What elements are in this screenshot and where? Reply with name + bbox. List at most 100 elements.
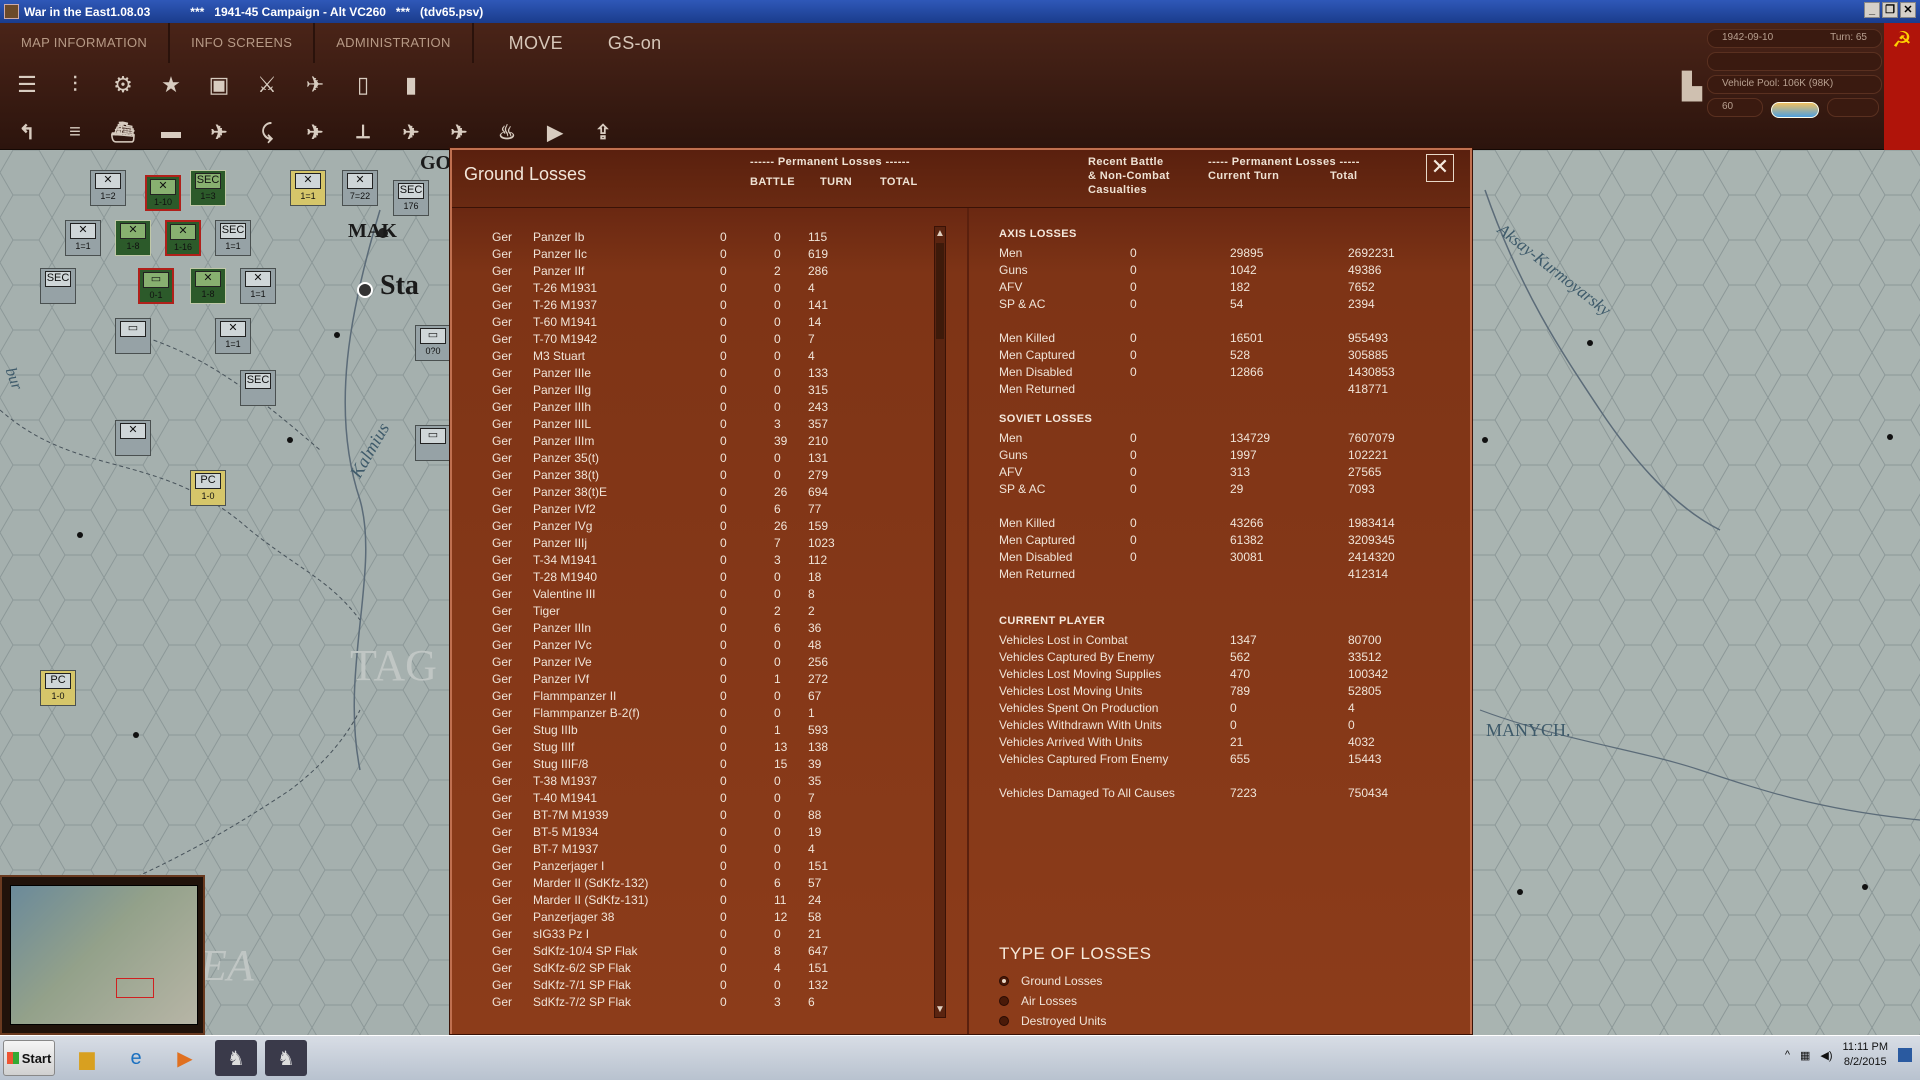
fortify-icon[interactable]: ♨	[486, 113, 528, 151]
axis-losses-heading: AXIS LOSSES	[999, 228, 1077, 240]
equipment-total: 151	[808, 859, 829, 873]
war-in-the-east-taskbar-icon[interactable]: ♞	[215, 1040, 257, 1076]
map-unit[interactable]: PC 1-0	[190, 470, 226, 506]
minimap[interactable]	[0, 875, 205, 1035]
scroll-up-icon[interactable]: ▲	[935, 228, 945, 240]
minimap-view[interactable]	[10, 885, 198, 1025]
scroll-down-icon[interactable]: ▼	[935, 1004, 945, 1016]
air-strike-icon[interactable]: ✈	[294, 113, 336, 151]
tab-map-information[interactable]: MAP INFORMATION	[0, 23, 168, 63]
volume-icon[interactable]: ◀)	[1820, 1049, 1832, 1062]
map-unit[interactable]: ✕ 1-8	[115, 220, 151, 256]
move-mode-icon[interactable]: ↰	[6, 113, 48, 151]
stack-icon[interactable]: ☰	[6, 65, 48, 105]
restore-button[interactable]: ❐	[1882, 2, 1898, 18]
airbase-icon[interactable]: ⟂	[342, 113, 384, 151]
map-unit[interactable]: SEC	[40, 268, 76, 304]
stat-label: Men Returned	[999, 382, 1076, 396]
stat-label: Men Captured	[999, 348, 1076, 362]
air-missions-icon[interactable]: ✈	[294, 65, 336, 105]
equipment-name: Panzer IIf	[533, 264, 585, 278]
gear-icon[interactable]: ⚙	[102, 65, 144, 105]
minimize-button[interactable]: _	[1864, 2, 1880, 18]
map-unit[interactable]: ✕ 1=1	[290, 170, 326, 206]
map-unit[interactable]: ✕ 1=1	[215, 318, 251, 354]
radio-ground-losses[interactable]: Ground Losses	[999, 974, 1102, 988]
tab-info-screens[interactable]: INFO SCREENS	[170, 23, 313, 63]
start-button[interactable]: Start	[3, 1040, 55, 1076]
equipment-battle: 0	[720, 978, 727, 992]
equipment-total: 4	[808, 281, 815, 295]
radio-dot-icon[interactable]	[999, 1016, 1009, 1026]
stat-recent: 0	[1130, 431, 1137, 445]
radio-destroyed-units[interactable]: Destroyed Units	[999, 1014, 1106, 1028]
map-view-icon[interactable]: ▣	[198, 65, 240, 105]
show-desktop-icon[interactable]	[1898, 1048, 1912, 1062]
naval-move-icon[interactable]: ⛴	[102, 113, 144, 151]
city-label-mak: MAK	[348, 220, 397, 242]
empty-status-box	[1707, 52, 1882, 71]
map-unit[interactable]: ✕ 1-16	[165, 220, 201, 256]
windows-taskbar: Start ▆ e ▶ ♞ ♞ ^ ▦ ◀) 11:11 PM 8/2/2015	[0, 1035, 1920, 1080]
map-unit[interactable]: ✕ 7=22	[342, 170, 378, 206]
tab-move[interactable]: MOVE	[474, 23, 598, 63]
media-player-icon[interactable]: ▶	[164, 1040, 206, 1076]
radio-dot-icon[interactable]	[999, 996, 1009, 1006]
tab-administration[interactable]: ADMINISTRATION	[315, 23, 471, 63]
supply-icon[interactable]: ▯	[342, 65, 384, 105]
star-icon[interactable]: ★	[150, 65, 192, 105]
clock[interactable]: 11:11 PM 8/2/2015	[1843, 1040, 1888, 1070]
unit-list-icon[interactable]: ⫶	[54, 65, 96, 105]
map-unit[interactable]: ✕	[115, 420, 151, 456]
map-unit[interactable]: ✕ 1=1	[240, 268, 276, 304]
internet-explorer-icon[interactable]: e	[115, 1040, 157, 1076]
fuel-icon[interactable]: ▮	[390, 65, 432, 105]
window-close-button[interactable]: ✕	[1900, 2, 1916, 18]
stat-total: 4	[1348, 701, 1355, 715]
map-unit[interactable]: ▭	[115, 318, 151, 354]
equipment-turn: 3	[774, 417, 781, 431]
radio-dot-icon[interactable]	[999, 976, 1009, 986]
map-unit[interactable]: ✕ 1=2	[90, 170, 126, 206]
scrollbar-thumb[interactable]	[936, 243, 944, 339]
map-unit[interactable]: ✕ 1-8	[190, 268, 226, 304]
equipment-nat: Ger	[492, 230, 513, 244]
air-attack-icon[interactable]: ✈	[198, 113, 240, 151]
network-icon[interactable]: ▦	[1800, 1049, 1810, 1062]
equipment-total: 694	[808, 485, 829, 499]
air-supply-icon[interactable]: ✈	[438, 113, 480, 151]
map-unit[interactable]: ✕ 1=1	[65, 220, 101, 256]
map-unit[interactable]: ✕ 1-10	[145, 175, 181, 211]
combat-swords-icon[interactable]: ⚔	[246, 65, 288, 105]
naval-transport-icon[interactable]: ▬	[150, 113, 192, 151]
map-unit[interactable]: ▭	[415, 425, 451, 461]
equipment-total: 8	[808, 587, 815, 601]
statistics-icon[interactable]: ▙	[1682, 71, 1702, 102]
map-unit[interactable]: SEC	[240, 370, 276, 406]
gs-on-toggle[interactable]: GS-on	[598, 23, 697, 63]
map-unit[interactable]: PC 1-0	[40, 670, 76, 706]
close-dialog-button[interactable]: ✕	[1426, 154, 1454, 182]
air-transfer-icon[interactable]: ⤹	[246, 113, 288, 151]
radio-air-losses[interactable]: Air Losses	[999, 994, 1077, 1008]
tray-expand-icon[interactable]: ^	[1785, 1049, 1790, 1061]
value-60: 60	[1722, 101, 1734, 112]
war-in-the-east-taskbar-icon-2[interactable]: ♞	[265, 1040, 307, 1076]
export-icon[interactable]: ⇪	[582, 113, 624, 151]
rail-move-icon[interactable]: ≡	[54, 113, 96, 151]
map-unit[interactable]: SEC 1=1	[215, 220, 251, 256]
map-unit[interactable]: ▭ 0?0	[415, 325, 451, 361]
map-unit[interactable]: SEC 176	[393, 180, 429, 216]
equipment-name: T-26 M1937	[533, 298, 598, 312]
file-explorer-icon[interactable]: ▆	[66, 1040, 108, 1076]
map-unit[interactable]: SEC 1=3	[190, 170, 226, 206]
equipment-nat: Ger	[492, 349, 513, 363]
stat-label: Men Returned	[999, 567, 1076, 581]
play-turn-icon[interactable]: ▶	[534, 113, 576, 151]
windows-logo-icon	[6, 1052, 19, 1064]
recon-icon[interactable]: ✈	[390, 113, 432, 151]
equipment-total: 593	[808, 723, 829, 737]
map-unit[interactable]: ▭ 0-1	[138, 268, 174, 304]
minimap-viewport-rect[interactable]	[116, 978, 154, 998]
list-scrollbar[interactable]: ▲ ▼	[934, 226, 946, 1018]
